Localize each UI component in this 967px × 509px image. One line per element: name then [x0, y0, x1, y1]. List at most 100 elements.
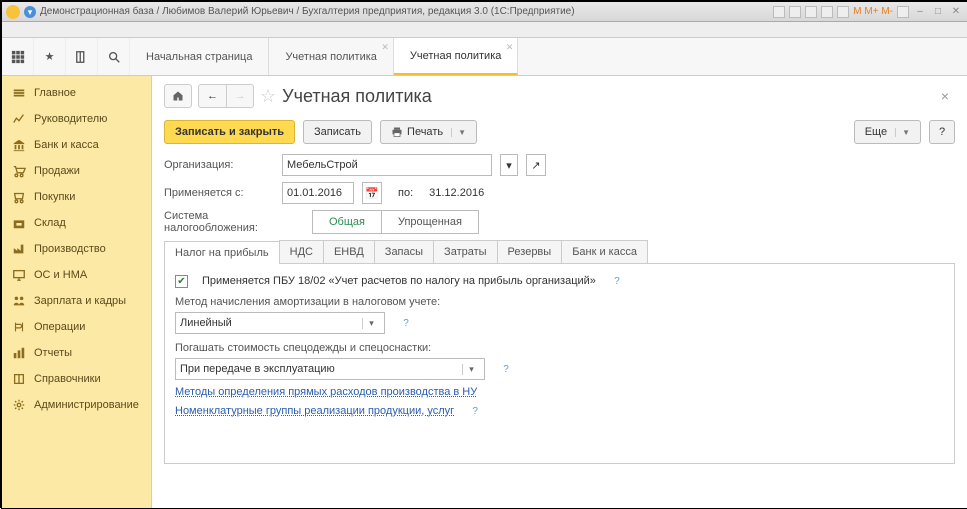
sidebar-item-label: Отчеты — [34, 347, 72, 359]
help-icon[interactable]: ? — [399, 316, 413, 330]
sidebar-item-assets[interactable]: ОС и НМА — [2, 262, 151, 288]
favorite-toggle[interactable]: ☆ — [260, 86, 276, 107]
tab-label: Учетная политика — [410, 50, 501, 62]
sidebar-item-label: Операции — [34, 321, 85, 333]
more-button[interactable]: Еще▼ — [854, 120, 921, 144]
tab-policy-1[interactable]: Учетная политика✕ — [269, 38, 393, 75]
tab-policy-2[interactable]: Учетная политика ✕ — [394, 38, 518, 75]
itab-vat[interactable]: НДС — [279, 240, 324, 263]
inner-tabs: Налог на прибыль НДС ЕНВД Запасы Затраты… — [164, 240, 955, 264]
sidebar-item-label: Главное — [34, 87, 76, 99]
sidebar-item-label: Продажи — [34, 165, 80, 177]
print-label: Печать — [407, 126, 443, 138]
window-title: Демонстрационная база / Любимов Валерий … — [40, 6, 575, 17]
itab-costs[interactable]: Затраты — [433, 240, 498, 263]
apps-icon[interactable] — [2, 38, 34, 75]
help-icon[interactable]: ? — [610, 274, 624, 288]
tab-close-icon[interactable]: ✕ — [506, 42, 514, 53]
dropdown-icon[interactable]: ▾ — [24, 6, 36, 18]
main-panel: ← → ☆ Учетная политика × Записать и закр… — [152, 76, 967, 508]
sidebar-item-label: Зарплата и кадры — [34, 295, 126, 307]
tab-home[interactable]: Начальная страница — [130, 38, 269, 75]
print-button[interactable]: Печать▼ — [380, 120, 477, 144]
tax-general-button[interactable]: Общая — [312, 210, 381, 234]
tab-label: Начальная страница — [146, 51, 252, 63]
tab-close-icon[interactable]: ✕ — [381, 42, 389, 53]
link-nomenclature[interactable]: Номенклатурные группы реализации продукц… — [175, 405, 454, 417]
secondary-toolbar — [2, 22, 967, 38]
amort-select[interactable]: Линейный▾ — [175, 312, 385, 334]
org-input[interactable]: МебельСтрой — [282, 154, 492, 176]
toolbar-btn[interactable] — [821, 6, 833, 18]
itab-reserves[interactable]: Резервы — [497, 240, 563, 263]
toolbar-btn[interactable] — [773, 6, 785, 18]
app-icon — [6, 5, 20, 19]
tax-system-label: Система налогообложения: — [164, 210, 304, 234]
date-from-value: 01.01.2016 — [287, 187, 342, 199]
sidebar-item-label: Справочники — [34, 373, 101, 385]
sidebar-item-label: ОС и НМА — [34, 269, 87, 281]
close-icon[interactable]: ✕ — [949, 5, 963, 19]
sidebar-item-production[interactable]: Производство — [2, 236, 151, 262]
help-icon[interactable]: ? — [468, 404, 482, 418]
titlebar: ▾ Демонстрационная база / Любимов Валери… — [2, 2, 967, 22]
org-label: Организация: — [164, 159, 274, 171]
org-open-btn[interactable]: ↗ — [526, 154, 546, 176]
sidebar-item-label: Администрирование — [34, 399, 139, 411]
sp-select[interactable]: При передаче в эксплуатацию▾ — [175, 358, 485, 380]
help-button[interactable]: ? — [929, 120, 955, 144]
sidebar-item-bank[interactable]: Банк и касса — [2, 132, 151, 158]
section-sidebar: Главное Руководителю Банк и касса Продаж… — [2, 76, 152, 508]
link-methods[interactable]: Методы определения прямых расходов произ… — [175, 386, 477, 398]
toolbar-btn[interactable] — [897, 6, 909, 18]
search-icon[interactable] — [98, 38, 130, 75]
itab-envd[interactable]: ЕНВД — [323, 240, 375, 263]
tab-strip: ★ Начальная страница Учетная политика✕ У… — [2, 38, 967, 76]
printer-icon — [391, 126, 403, 138]
sidebar-item-reports[interactable]: Отчеты — [2, 340, 151, 366]
memory-indicator: M M+ M- — [853, 6, 893, 17]
sidebar-item-purchase[interactable]: Покупки — [2, 184, 151, 210]
toolbar-btn[interactable] — [789, 6, 801, 18]
amort-label: Метод начисления амортизации в налоговом… — [175, 296, 944, 308]
toolbar-btn[interactable] — [837, 6, 849, 18]
forward-button[interactable]: → — [226, 84, 254, 108]
favorites-icon[interactable]: ★ — [34, 38, 66, 75]
toolbar-btn[interactable] — [805, 6, 817, 18]
help-icon[interactable]: ? — [499, 362, 513, 376]
back-button[interactable]: ← — [198, 84, 226, 108]
pbu-checkbox[interactable]: ✔ — [175, 275, 188, 288]
tab-panel: ✔ Применяется ПБУ 18/02 «Учет расчетов п… — [164, 264, 955, 464]
minimize-icon[interactable]: – — [913, 5, 927, 19]
save-button[interactable]: Записать — [303, 120, 372, 144]
sidebar-item-label: Руководителю — [34, 113, 107, 125]
sp-value: При передаче в эксплуатацию — [180, 363, 335, 375]
sidebar-item-operations[interactable]: Операции — [2, 314, 151, 340]
sidebar-item-label: Склад — [34, 217, 66, 229]
tax-system-segment: Общая Упрощенная — [312, 210, 479, 234]
itab-stock[interactable]: Запасы — [374, 240, 434, 263]
sidebar-item-admin[interactable]: Администрирование — [2, 392, 151, 418]
history-icon[interactable] — [66, 38, 98, 75]
date-from-input[interactable]: 01.01.2016 — [282, 182, 354, 204]
applies-label: Применяется с: — [164, 187, 274, 199]
more-label: Еще — [865, 126, 887, 138]
home-button[interactable] — [164, 84, 192, 108]
sidebar-item-label: Покупки — [34, 191, 75, 203]
panel-close-icon[interactable]: × — [935, 88, 955, 104]
sidebar-item-warehouse[interactable]: Склад — [2, 210, 151, 236]
maximize-icon[interactable]: □ — [931, 5, 945, 19]
itab-profit-tax[interactable]: Налог на прибыль — [164, 241, 280, 264]
sidebar-item-catalogs[interactable]: Справочники — [2, 366, 151, 392]
itab-bank[interactable]: Банк и касса — [561, 240, 648, 263]
date-picker-btn[interactable]: 📅 — [362, 182, 382, 204]
sp-label: Погашать стоимость спецодежды и спецосна… — [175, 342, 944, 354]
sidebar-item-manager[interactable]: Руководителю — [2, 106, 151, 132]
amort-value: Линейный — [180, 317, 232, 329]
sidebar-item-main[interactable]: Главное — [2, 80, 151, 106]
save-and-close-button[interactable]: Записать и закрыть — [164, 120, 295, 144]
org-select-btn[interactable]: ▾ — [500, 154, 518, 176]
sidebar-item-sales[interactable]: Продажи — [2, 158, 151, 184]
tax-simplified-button[interactable]: Упрощенная — [381, 210, 479, 234]
sidebar-item-hr[interactable]: Зарплата и кадры — [2, 288, 151, 314]
